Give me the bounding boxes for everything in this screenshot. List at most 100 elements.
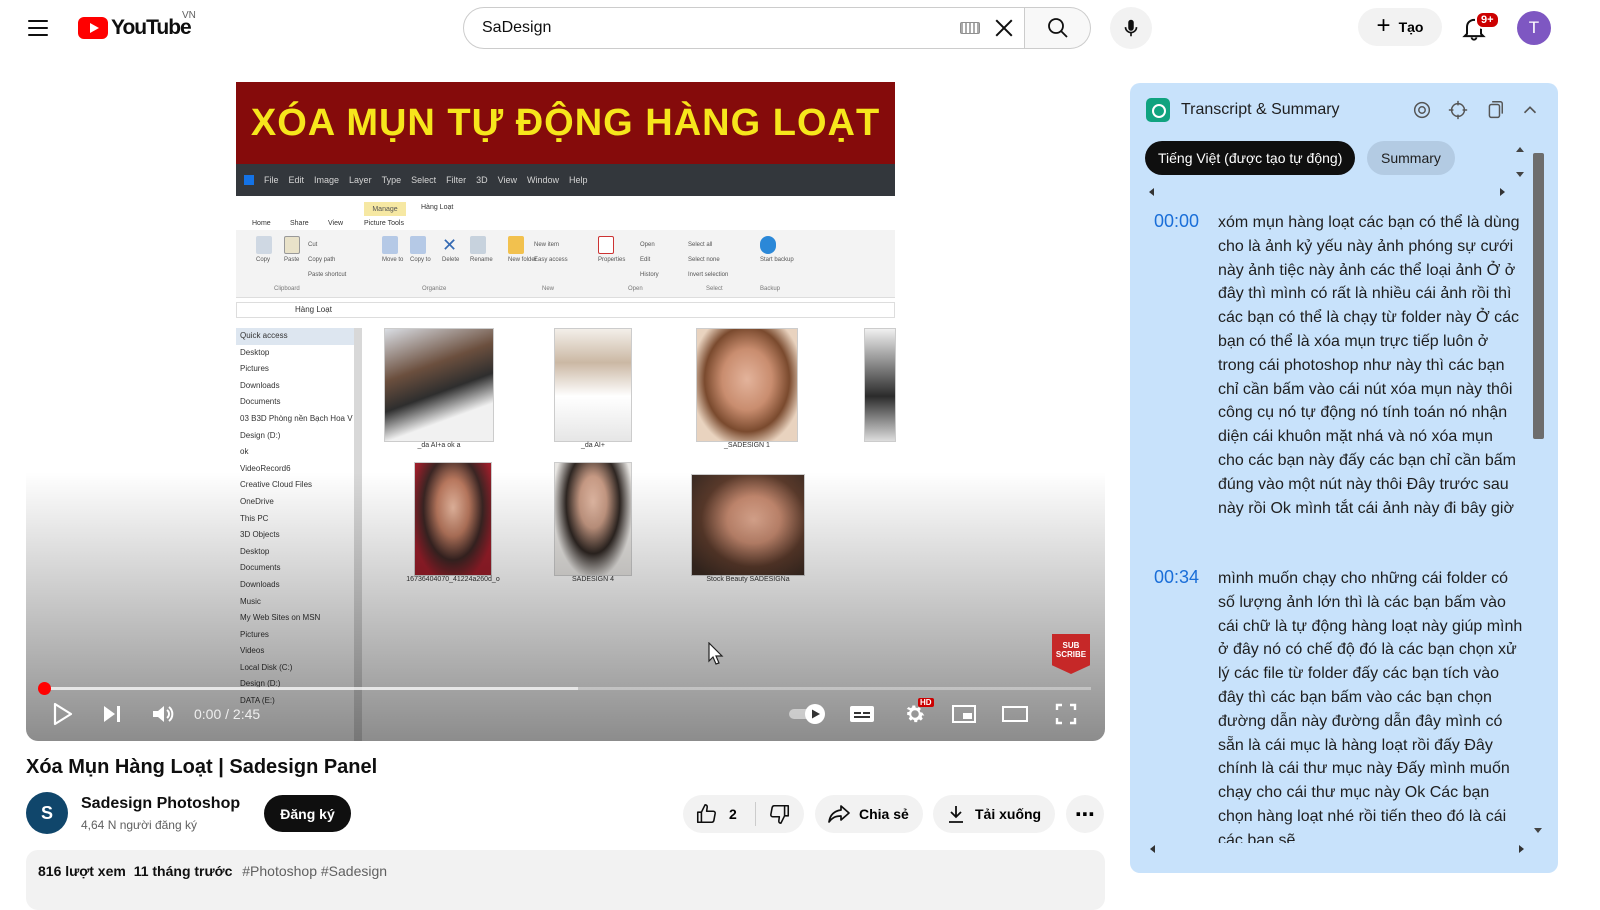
like-button[interactable]: 2: [683, 795, 755, 833]
segment-timestamp[interactable]: 00:00: [1154, 211, 1199, 232]
transcript-summary-panel: Transcript & Summary Tiếng Việt (được tạ…: [1130, 83, 1558, 873]
view-count: 816 lượt xem: [38, 863, 126, 879]
ps-menu-item: Type: [381, 175, 402, 185]
nav-item: OneDrive: [240, 496, 274, 506]
language-button[interactable]: Tiếng Việt (được tạo tự động): [1145, 141, 1356, 175]
search-box[interactable]: SaDesign: [463, 7, 1025, 49]
copy-icon[interactable]: [1483, 99, 1505, 121]
subtitles-button[interactable]: [846, 700, 878, 728]
subscribe-button[interactable]: Đăng ký: [264, 795, 351, 832]
share-button[interactable]: Chia sẻ: [815, 795, 923, 833]
thumbnail: [864, 328, 896, 442]
clear-search-icon[interactable]: [992, 16, 1016, 40]
more-actions-button[interactable]: ⋯: [1066, 795, 1104, 833]
ribbon-small-item: New item: [534, 242, 560, 248]
segment-timestamp[interactable]: 00:34: [1154, 567, 1199, 588]
create-label: Tạo: [1398, 19, 1424, 35]
nav-item: Documents: [240, 397, 281, 407]
theater-mode-button[interactable]: [998, 700, 1032, 728]
properties-icon: [598, 236, 614, 254]
play-button[interactable]: [48, 700, 76, 728]
thumbs-up-icon: [696, 804, 716, 824]
description-box[interactable]: 816 lượt xem 11 tháng trước #Photoshop #…: [26, 850, 1105, 910]
thumbnail-label: 16736404070_41224a260d_o: [406, 576, 500, 583]
scrollbar-thumb[interactable]: [1533, 153, 1544, 439]
ribbon-button: Properties: [598, 236, 625, 296]
youtube-logo[interactable]: YouTube: [78, 16, 192, 40]
ribbon-button-label: New folder: [508, 257, 537, 263]
volume-button[interactable]: [148, 700, 178, 728]
transcript-segment[interactable]: 00:00 xóm mụn hàng loạt các bạn có thể l…: [1130, 211, 1525, 551]
subscribe-watermark[interactable]: SUB SCRIBE: [1052, 634, 1090, 674]
ribbon-small-item: Edit: [640, 257, 651, 263]
hashtags[interactable]: #Photoshop #Sadesign: [242, 863, 387, 879]
logo-text: YouTube: [111, 16, 192, 39]
next-button[interactable]: [98, 700, 126, 728]
voice-search-button[interactable]: [1110, 7, 1152, 49]
menu-bar: [28, 34, 48, 36]
ribbon-group-label: Organize: [422, 286, 447, 292]
ribbon-group-label: New: [542, 286, 555, 292]
download-button[interactable]: Tải xuống: [933, 795, 1055, 833]
microphone-icon: [1124, 19, 1138, 37]
ps-menu-item: Edit: [288, 175, 305, 185]
search-icon: [1047, 18, 1068, 38]
hd-badge: HD: [918, 698, 934, 707]
search-input[interactable]: SaDesign: [482, 19, 960, 37]
ps-menu-item: View: [497, 175, 517, 185]
ribbon-small-item: History: [640, 272, 659, 278]
copy-icon: [256, 236, 272, 254]
progress-bar[interactable]: [38, 682, 1091, 695]
bottom-scroll-left-icon[interactable]: [1150, 845, 1155, 853]
guide-menu-button[interactable]: [22, 12, 54, 44]
channel-avatar[interactable]: S: [26, 792, 68, 834]
ribbon-button-label: Paste: [284, 257, 300, 263]
collapse-chevron-up-icon[interactable]: [1519, 99, 1541, 121]
ribbon-tab: View: [328, 220, 344, 227]
settings-button[interactable]: HD: [898, 698, 934, 728]
create-button[interactable]: + Tạo: [1358, 8, 1442, 46]
ribbon-button-label: Move to: [382, 257, 404, 263]
scroll-left-arrow-icon[interactable]: [1149, 188, 1154, 196]
dislike-button[interactable]: [756, 795, 804, 833]
scroll-bottom-arrow-icon[interactable]: [1534, 828, 1542, 833]
channel-name[interactable]: Sadesign Photoshop: [81, 795, 240, 813]
play-icon: [53, 702, 73, 726]
ribbon-small-item: Paste shortcut: [308, 272, 347, 278]
thumbnail-label: SADESIGN 4: [571, 576, 614, 583]
ps-menu-item: Image: [314, 175, 340, 185]
video-player[interactable]: XÓA MỤN TỰ ĐỘNG HÀNG LOẠT File Edit Imag…: [26, 82, 1105, 741]
keyboard-icon[interactable]: [960, 22, 980, 34]
panel-title: Transcript & Summary: [1181, 101, 1340, 118]
copy-to-icon: [410, 236, 426, 254]
thumbnail-image: [864, 328, 896, 442]
nav-item: Quick access: [236, 328, 354, 345]
nav-item: VideoRecord6: [240, 463, 291, 473]
ribbon-small-item: Easy access: [534, 257, 568, 263]
thumbnail-label: _SADESIGN 1: [724, 442, 770, 449]
ps-menu-item: Filter: [446, 175, 467, 185]
transcript-segment[interactable]: 00:34 mình muốn chạy cho những cái folde…: [1130, 567, 1525, 843]
nav-item: My Web Sites on MSN: [240, 613, 321, 623]
ribbon-button-label: Start backup: [760, 257, 794, 263]
openai-icon[interactable]: [1411, 99, 1433, 121]
scroll-up-arrow-icon[interactable]: [1516, 147, 1524, 152]
search-button[interactable]: [1025, 7, 1091, 49]
miniplayer-button[interactable]: [948, 700, 980, 728]
thumbnail-image: [696, 328, 798, 442]
download-icon: [949, 806, 963, 823]
youtube-play-icon: [78, 17, 108, 39]
scroll-right-arrow-icon[interactable]: [1500, 188, 1505, 196]
nav-item: Local Disk (C:): [240, 662, 293, 672]
open-small-buttons: Open Edit History: [640, 238, 659, 298]
scroll-down-arrow-icon[interactable]: [1516, 172, 1524, 177]
progress-scrubber[interactable]: [38, 682, 51, 695]
bottom-scroll-right-icon[interactable]: [1519, 845, 1524, 853]
autoplay-toggle[interactable]: [786, 700, 828, 728]
paste-icon: [284, 236, 300, 254]
crosshair-icon[interactable]: [1447, 99, 1469, 121]
ribbon-button: Move to: [382, 236, 403, 296]
summary-button[interactable]: Summary: [1367, 141, 1455, 175]
fullscreen-button[interactable]: [1050, 700, 1082, 728]
account-avatar[interactable]: T: [1517, 11, 1551, 45]
